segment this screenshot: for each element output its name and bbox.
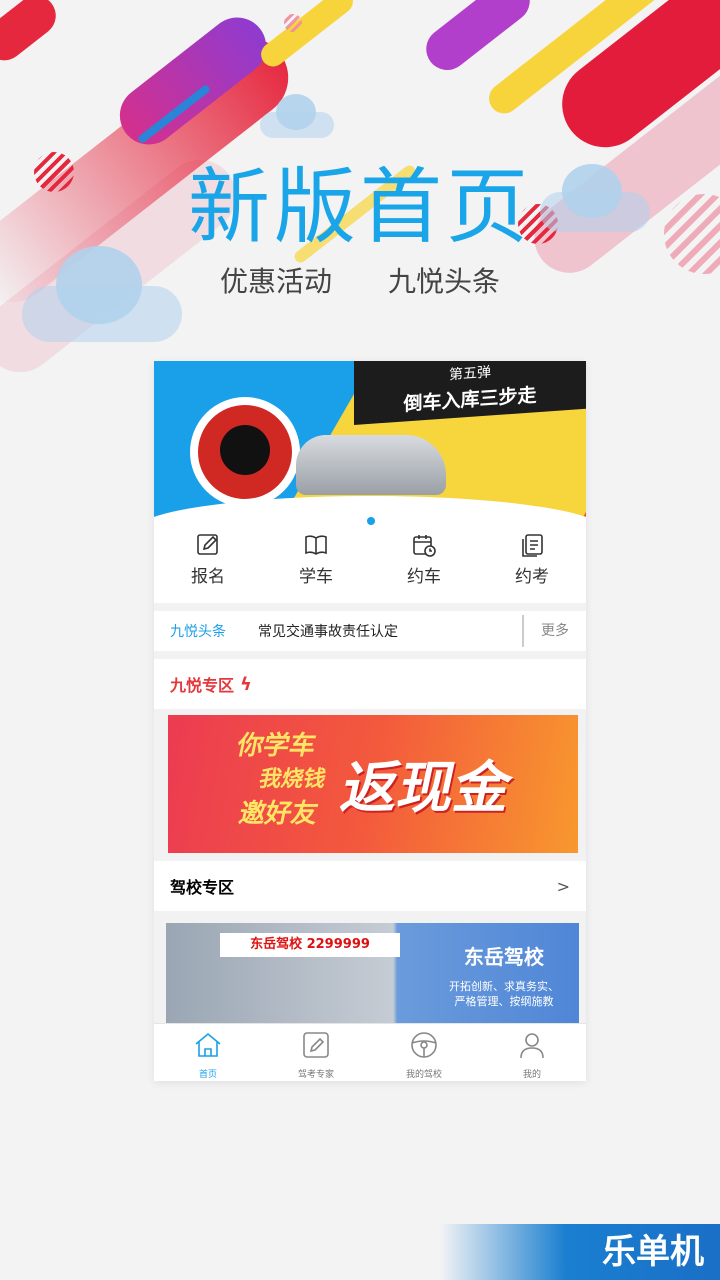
promo-line1: 你学车 (234, 731, 319, 761)
decor-stripe (256, 0, 358, 72)
chevron-right-icon: > (556, 876, 570, 896)
quick-nav-label: 约车 (407, 567, 441, 587)
quick-nav: 报名 学车 约车 约考 (154, 526, 586, 603)
calendar-clock-icon (413, 535, 436, 557)
tab-label: 我的 (522, 1070, 541, 1080)
promo-line2: 我烧钱 (256, 767, 329, 792)
book-icon (305, 535, 327, 555)
bottom-tabbar: 首页 驾考专家 我的驾校 我的 (154, 1023, 586, 1081)
home-icon (195, 1032, 221, 1057)
quick-nav-label: 学车 (299, 567, 333, 587)
phone-screen: 第五弹 倒车入库三步走 报名 学车 约车 约考 九悦头条 常见交通事故责任认定 … (154, 361, 586, 1081)
school-zone-title: 驾校专区 (170, 878, 235, 897)
decor-cloud (260, 94, 334, 138)
quick-nav-book-exam[interactable]: 约考 (492, 530, 572, 603)
carousel-indicator[interactable] (367, 517, 375, 525)
promo-line4: 返现金 (336, 756, 518, 821)
school-zone-header[interactable]: 驾校专区 > (154, 861, 586, 911)
hero-subtitles: 优惠活动 九悦头条 (0, 260, 720, 300)
pencil-box-icon (303, 1032, 329, 1058)
top-banner[interactable]: 第五弹 倒车入库三步走 (154, 361, 586, 526)
tab-label: 驾考专家 (297, 1070, 334, 1080)
car-image (296, 435, 446, 495)
school-desc-line: 严格管理、按纲施教 (454, 995, 554, 1008)
document-copy-icon (522, 534, 543, 557)
school-sign: 东岳驾校 2299999 (220, 933, 400, 957)
headline-text[interactable]: 常见交通事故责任认定 (258, 621, 522, 641)
person-icon (520, 1033, 544, 1059)
jiuyue-zone-header: 九悦专区 ϟ (154, 659, 586, 709)
promo-banner[interactable]: 你学车 我烧钱 邀好友 返现金 (168, 715, 578, 853)
decor-stripe (0, 0, 64, 69)
quick-nav-learn[interactable]: 学车 (276, 530, 356, 603)
school-zone[interactable]: 驾校专区 > (154, 861, 586, 911)
school-card[interactable]: 东岳驾校 2299999 东岳驾校 开拓创新、求真务实、 严格管理、按纲施教 (166, 923, 579, 1033)
lightning-icon: ϟ (240, 673, 252, 695)
jiuyue-zone: 九悦专区 ϟ (154, 659, 586, 709)
tab-label: 我的驾校 (405, 1070, 442, 1080)
headline-bar: 九悦头条 常见交通事故责任认定 更多 (154, 611, 586, 651)
tab-label: 首页 (198, 1070, 217, 1080)
promo-line3: 邀好友 (236, 799, 321, 829)
hero-title: 新版首页 (187, 160, 532, 255)
watermark-logo: 乐单机 (440, 1224, 720, 1280)
tab-my-school[interactable]: 我的驾校 (374, 1024, 474, 1081)
quick-nav-label: 报名 (191, 567, 225, 587)
quick-nav-label: 约考 (515, 567, 549, 587)
steering-wheel-icon (411, 1032, 437, 1058)
tab-home[interactable]: 首页 (158, 1024, 258, 1081)
hero-subtitle-promo: 优惠活动 (219, 265, 332, 298)
school-desc-line: 开拓创新、求真务实、 (449, 980, 559, 993)
cartoon-mouth-image (190, 397, 300, 507)
hero-subtitle-headlines: 九悦头条 (388, 265, 501, 298)
tab-me[interactable]: 我的 (482, 1024, 582, 1081)
school-name: 东岳驾校 (464, 945, 544, 969)
tab-exam-expert[interactable]: 驾考专家 (266, 1024, 366, 1081)
quick-nav-book-car[interactable]: 约车 (384, 530, 464, 603)
more-link[interactable]: 更多 (522, 615, 586, 647)
jiuyue-zone-title: 九悦专区 (170, 676, 235, 695)
quick-nav-signup[interactable]: 报名 (168, 530, 248, 603)
headline-tag: 九悦头条 (170, 624, 226, 640)
school-desc: 开拓创新、求真务实、 严格管理、按纲施教 (439, 979, 569, 1009)
edit-icon (197, 534, 218, 555)
decor-dot (284, 14, 302, 32)
